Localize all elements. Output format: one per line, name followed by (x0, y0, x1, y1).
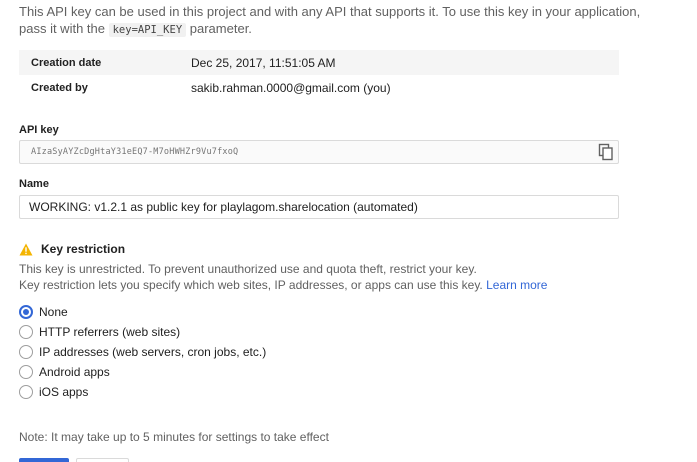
radio-button[interactable] (19, 365, 33, 379)
warning-icon (19, 243, 33, 256)
radio-option-ip-addresses[interactable]: IP addresses (web servers, cron jobs, et… (19, 342, 266, 362)
settings-delay-note: Note: It may take up to 5 minutes for se… (19, 430, 329, 444)
creation-date-row: Creation date Dec 25, 2017, 11:51:05 AM (19, 50, 619, 75)
radio-label: IP addresses (web servers, cron jobs, et… (39, 345, 267, 359)
save-button[interactable] (19, 458, 69, 462)
key-restriction-header: Key restriction (19, 242, 125, 256)
radio-label: None (39, 305, 68, 319)
created-by-row: Created by sakib.rahman.0000@gmail.com (… (19, 75, 619, 100)
radio-button[interactable] (19, 345, 33, 359)
learn-more-link[interactable]: Learn more (486, 278, 547, 292)
intro-text-after: parameter. (186, 21, 252, 36)
radio-option-none[interactable]: None (19, 302, 266, 322)
created-by-value: sakib.rahman.0000@gmail.com (you) (191, 80, 391, 95)
copy-icon[interactable] (597, 143, 615, 161)
radio-label: iOS apps (39, 385, 89, 399)
name-label: Name (19, 178, 49, 190)
created-by-label: Created by (31, 81, 88, 94)
radio-button[interactable] (19, 305, 33, 319)
api-key-value: AIzaSyAYZcDgHtaY31eEQ7-M7oHWHZr9Vu7fxoQ (31, 147, 239, 157)
radio-option-http-referrers[interactable]: HTTP referrers (web sites) (19, 322, 266, 342)
radio-label: Android apps (39, 365, 110, 379)
creation-date-label: Creation date (31, 56, 102, 69)
radio-label: HTTP referrers (web sites) (39, 325, 181, 339)
restriction-explanation: Key restriction lets you specify which w… (19, 277, 669, 293)
key-restriction-title: Key restriction (41, 242, 126, 256)
key-restriction-radio-group: None HTTP referrers (web sites) IP addre… (19, 302, 266, 402)
restriction-explanation-text: Key restriction lets you specify which w… (19, 278, 487, 292)
api-key-field[interactable]: AIzaSyAYZcDgHtaY31eEQ7-M7oHWHZr9Vu7fxoQ (19, 140, 619, 164)
name-input[interactable] (19, 195, 619, 219)
key-metadata-table: Creation date Dec 25, 2017, 11:51:05 AM … (19, 50, 619, 100)
radio-button[interactable] (19, 325, 33, 339)
api-key-label: API key (19, 124, 59, 136)
intro-text: This API key can be used in this project… (19, 3, 659, 39)
radio-option-android-apps[interactable]: Android apps (19, 362, 266, 382)
radio-button[interactable] (19, 385, 33, 399)
radio-option-ios-apps[interactable]: iOS apps (19, 382, 266, 402)
unrestricted-warning-text: This key is unrestricted. To prevent una… (19, 262, 477, 276)
creation-date-value: Dec 25, 2017, 11:51:05 AM (191, 55, 336, 70)
key-param-code: key=API_KEY (108, 23, 187, 37)
cancel-button[interactable] (76, 458, 129, 462)
key-restriction-description: This key is unrestricted. To prevent una… (19, 261, 669, 293)
